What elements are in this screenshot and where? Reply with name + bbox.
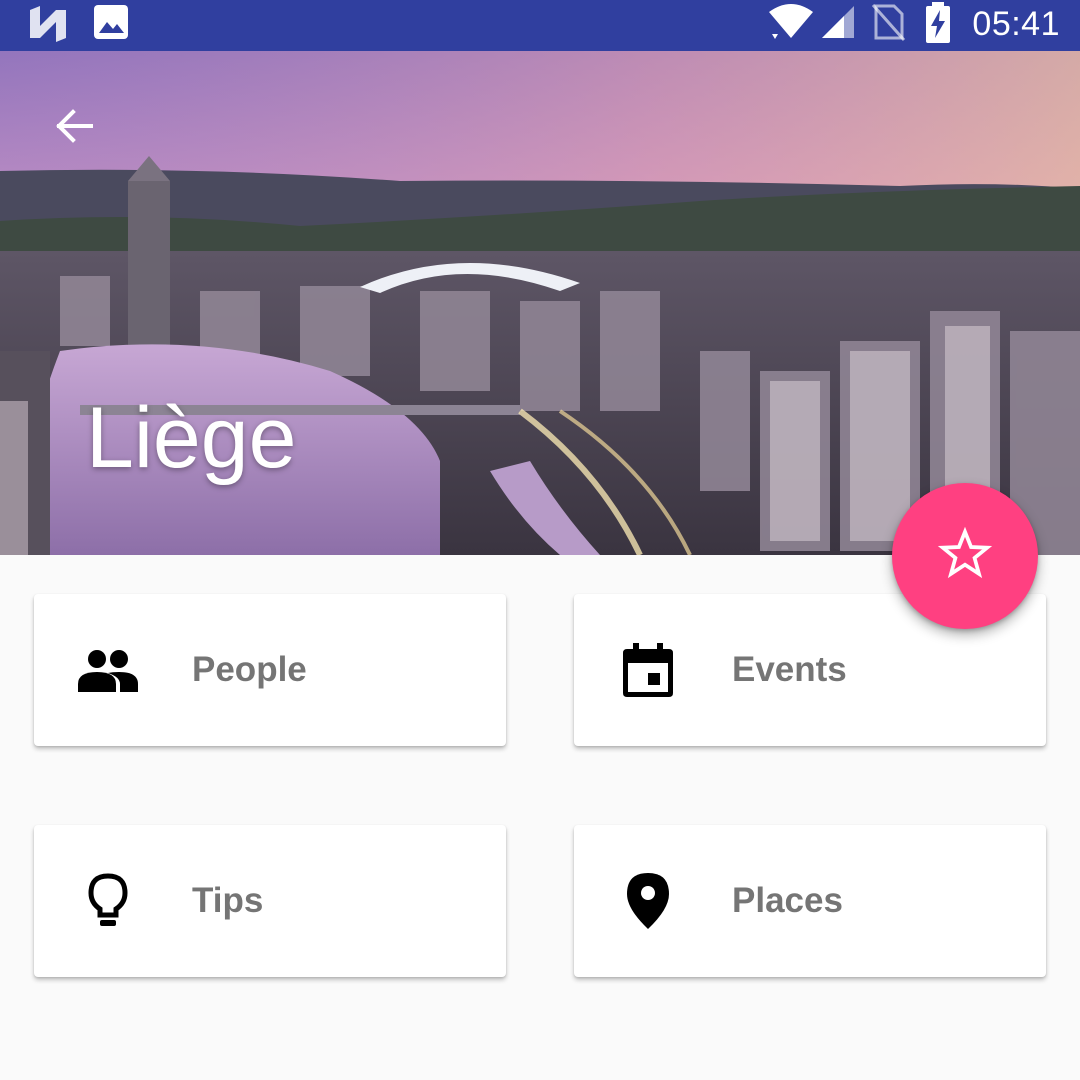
back-button[interactable] — [44, 96, 104, 156]
image-icon — [92, 3, 130, 46]
signal-icon — [820, 4, 856, 45]
card-tips[interactable]: Tips — [34, 825, 506, 977]
header-image: Liège — [0, 51, 1080, 555]
people-icon — [78, 640, 138, 700]
card-label-places: Places — [732, 881, 843, 920]
calendar-event-icon — [618, 640, 678, 700]
card-places[interactable]: Places — [574, 825, 1046, 977]
status-time: 05:41 — [972, 5, 1060, 43]
star-outline-icon — [937, 526, 993, 587]
card-label-people: People — [192, 650, 307, 689]
no-sim-icon — [870, 2, 906, 47]
status-bar: 05:41 — [0, 0, 1080, 51]
card-label-tips: Tips — [192, 881, 264, 920]
page-title: Liège — [86, 390, 297, 486]
arrow-back-icon — [51, 103, 97, 149]
battery-charging-icon — [924, 2, 952, 49]
card-people[interactable]: People — [34, 594, 506, 746]
card-label-events: Events — [732, 650, 847, 689]
favorite-button[interactable] — [892, 483, 1038, 629]
place-icon — [618, 871, 678, 931]
wifi-icon — [768, 4, 814, 45]
lightbulb-icon — [78, 871, 138, 931]
n-icon — [28, 4, 68, 49]
